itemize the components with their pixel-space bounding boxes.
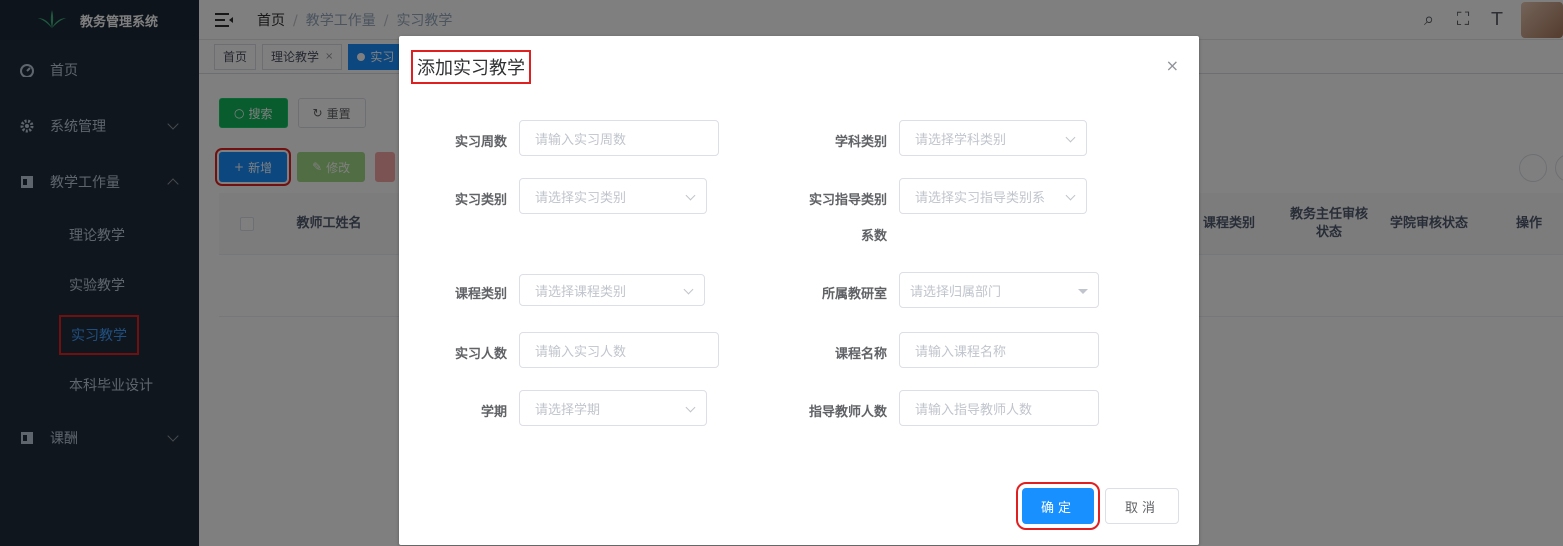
internship-type-select[interactable]: 请选择实习类别 bbox=[519, 178, 707, 214]
chevron-down-icon bbox=[685, 190, 696, 201]
placeholder: 请选择课程类别 bbox=[535, 284, 627, 300]
field-label: 课程名称 bbox=[834, 347, 887, 362]
field-label: 学期 bbox=[480, 405, 507, 420]
placeholder: 请输入指导教师人数 bbox=[915, 402, 1033, 418]
field-label: 实习周数 bbox=[454, 135, 507, 150]
course-name-input[interactable]: 请输入课程名称 bbox=[899, 332, 1099, 368]
chevron-down-icon bbox=[1065, 132, 1076, 143]
department-select[interactable]: 请选择归属部门 bbox=[899, 272, 1099, 308]
placeholder: 请输入课程名称 bbox=[915, 344, 1007, 360]
cancel-button[interactable]: 取消 bbox=[1105, 488, 1179, 524]
field-label: 指导教师人数 bbox=[808, 405, 887, 420]
course-category-select[interactable]: 请选择课程类别 bbox=[519, 274, 705, 306]
placeholder: 请输入实习周数 bbox=[535, 132, 627, 148]
placeholder: 请选择学期 bbox=[535, 402, 601, 418]
placeholder: 请输入实习人数 bbox=[535, 344, 627, 360]
internship-weeks-input[interactable]: 请输入实习周数 bbox=[519, 120, 719, 156]
instructor-count-input[interactable]: 请输入指导教师人数 bbox=[899, 390, 1099, 426]
field-label: 课程类别 bbox=[454, 287, 507, 302]
student-count-input[interactable]: 请输入实习人数 bbox=[519, 332, 719, 368]
semester-select[interactable]: 请选择学期 bbox=[519, 390, 707, 426]
confirm-button[interactable]: 确定 bbox=[1016, 482, 1100, 530]
placeholder: 请选择实习类别 bbox=[535, 190, 627, 206]
placeholder: 请选择学科类别 bbox=[915, 132, 1007, 148]
placeholder: 请选择归属部门 bbox=[910, 284, 1002, 300]
field-label: 学科类别 bbox=[834, 135, 887, 150]
caret-down-icon bbox=[1078, 289, 1088, 294]
chevron-down-icon bbox=[683, 284, 694, 295]
field-label: 实习类别 bbox=[454, 193, 507, 208]
chevron-down-icon bbox=[1065, 190, 1076, 201]
field-label: 实习指导类别 bbox=[808, 193, 887, 208]
field-label: 所属教研室 bbox=[821, 287, 887, 302]
field-label-cont: 系数 bbox=[860, 229, 887, 244]
close-icon[interactable]: × bbox=[1166, 56, 1179, 75]
field-label: 实习人数 bbox=[454, 347, 507, 362]
add-internship-dialog: 添加实习教学 × 实习周数 请输入实习周数 学科类别 请选择学科类别 实习类别 … bbox=[399, 36, 1199, 545]
guidance-type-select[interactable]: 请选择实习指导类别系 bbox=[899, 178, 1087, 214]
subject-category-select[interactable]: 请选择学科类别 bbox=[899, 120, 1087, 156]
dialog-title: 添加实习教学 bbox=[411, 50, 531, 84]
placeholder: 请选择实习指导类别系 bbox=[915, 190, 1046, 206]
chevron-down-icon bbox=[685, 402, 696, 413]
